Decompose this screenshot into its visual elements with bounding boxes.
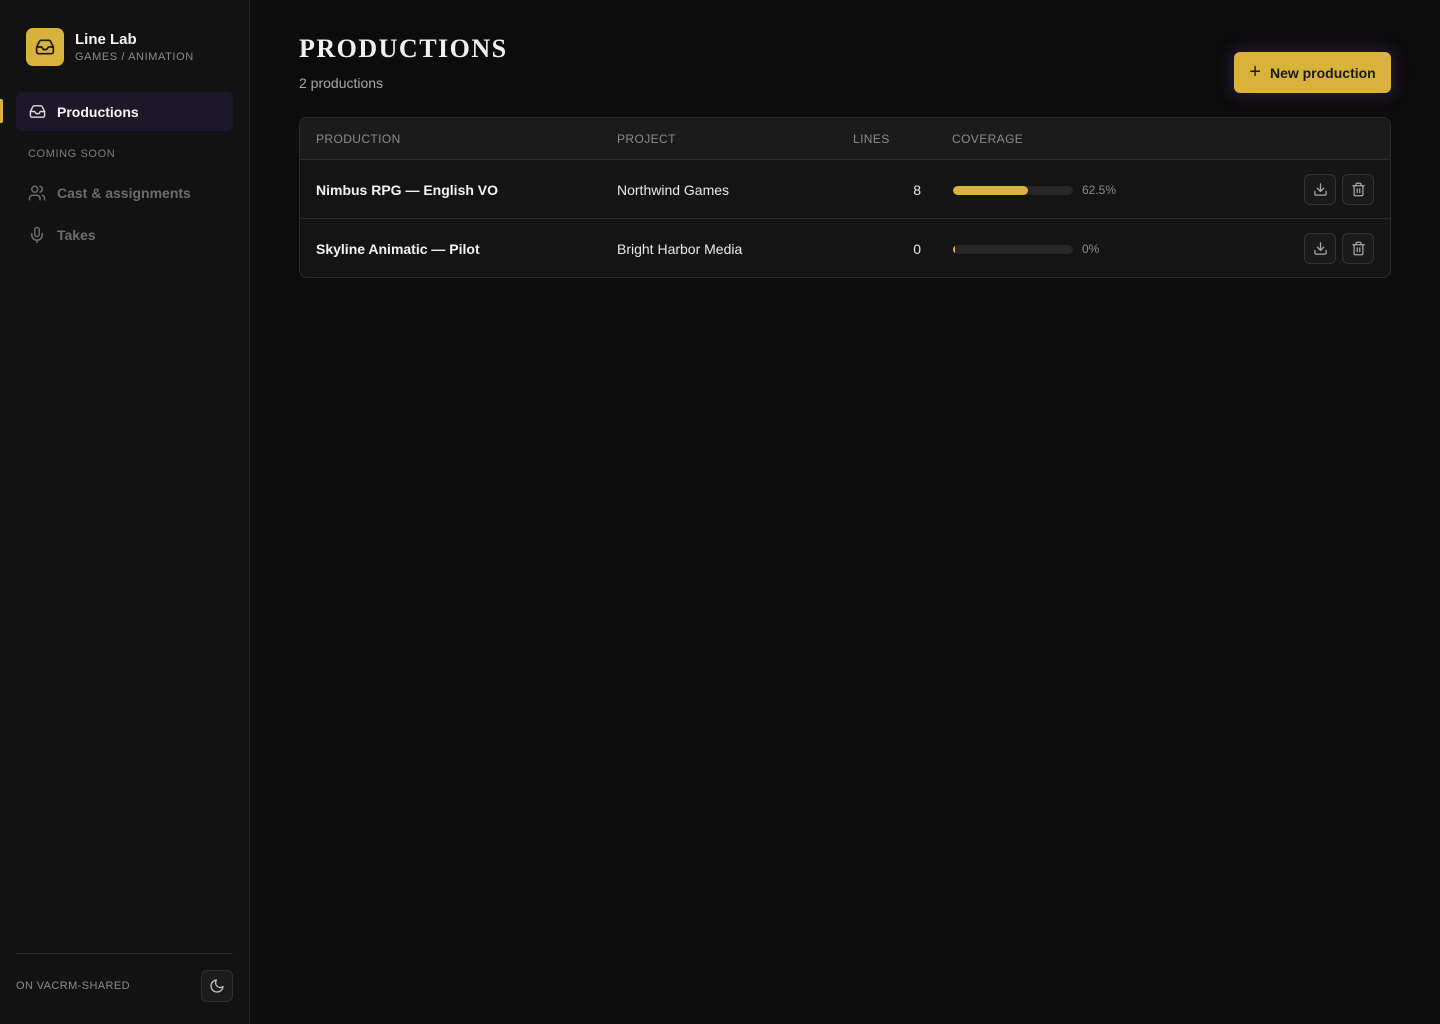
trash-icon: [1351, 241, 1365, 256]
trash-icon: [1351, 182, 1365, 197]
productions-table: PRODUCTION PROJECT LINES COVERAGE Nimbus…: [299, 117, 1391, 278]
coverage-percent: 0%: [1082, 242, 1100, 256]
sidebar-item-takes: Takes: [16, 215, 233, 254]
plus-icon: +: [1249, 60, 1261, 83]
theme-toggle-button[interactable]: [201, 970, 233, 1002]
moon-icon: [210, 979, 224, 993]
table-row[interactable]: Nimbus RPG — English VO Northwind Games …: [300, 160, 1390, 219]
brand: Line Lab GAMES / ANIMATION: [26, 28, 194, 66]
production-name[interactable]: Skyline Animatic — Pilot: [316, 241, 480, 257]
download-button[interactable]: [1304, 233, 1336, 264]
sidebar-item-label: Productions: [57, 103, 139, 120]
download-icon: [1313, 242, 1327, 255]
coverage-bar-fill: [953, 245, 955, 254]
section-label-coming-soon: COMING SOON: [28, 148, 116, 160]
delete-button[interactable]: [1342, 174, 1374, 205]
lines-count: 8: [913, 182, 921, 198]
sidebar-item-label: Cast & assignments: [57, 184, 191, 201]
column-header-project[interactable]: PROJECT: [617, 132, 676, 146]
delete-button[interactable]: [1342, 233, 1374, 264]
divider: [16, 953, 233, 954]
column-header-coverage[interactable]: COVERAGE: [952, 132, 1023, 146]
new-production-label: New production: [1269, 64, 1376, 81]
column-header-production[interactable]: PRODUCTION: [316, 132, 401, 146]
coverage-bar-fill: [953, 186, 1028, 195]
lines-count: 0: [913, 241, 921, 257]
page-title: PRODUCTIONS: [299, 34, 508, 63]
download-icon: [1313, 183, 1327, 196]
sidebar-item-productions[interactable]: Productions: [16, 92, 233, 131]
new-production-button[interactable]: + New production: [1234, 52, 1391, 93]
download-button[interactable]: [1304, 174, 1336, 205]
column-header-lines[interactable]: LINES: [853, 132, 890, 146]
inbox-icon: [28, 103, 46, 121]
coverage-percent: 62.5%: [1082, 183, 1117, 197]
workspace-label: ON VACRM-SHARED: [16, 980, 130, 992]
sidebar-item-label: Takes: [57, 226, 96, 243]
coverage-bar: [953, 245, 1073, 254]
users-icon: [28, 184, 46, 202]
sidebar: Line Lab GAMES / ANIMATION Productions C…: [0, 0, 250, 1024]
coverage-bar: [953, 186, 1073, 195]
production-name[interactable]: Nimbus RPG — English VO: [316, 182, 498, 198]
sidebar-item-cast-assignments: Cast & assignments: [16, 173, 233, 212]
project-name: Northwind Games: [617, 182, 730, 198]
brand-subtitle: GAMES / ANIMATION: [75, 50, 194, 63]
table-header: PRODUCTION PROJECT LINES COVERAGE: [300, 118, 1390, 160]
inbox-icon: [26, 28, 64, 66]
productions-count: 2 productions: [299, 75, 384, 91]
brand-name: Line Lab: [75, 30, 137, 48]
table-row[interactable]: Skyline Animatic — Pilot Bright Harbor M…: [300, 219, 1390, 277]
active-indicator: [0, 99, 3, 123]
project-name: Bright Harbor Media: [617, 241, 743, 257]
microphone-icon: [28, 226, 46, 244]
